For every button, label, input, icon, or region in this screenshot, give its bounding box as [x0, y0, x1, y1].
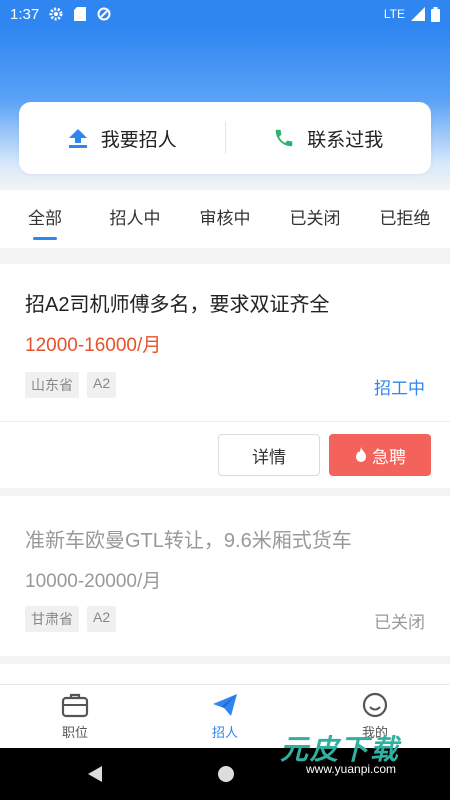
upload-icon — [68, 129, 87, 148]
briefcase-icon — [61, 693, 89, 718]
job-card[interactable]: 招A2司机师傅多名，要求双证齐全 12000-16000/月 山东省 A2 招工… — [0, 264, 450, 488]
tag-license: A2 — [87, 372, 117, 398]
action-card: 我要招人 联系过我 — [19, 102, 431, 174]
phone-icon — [275, 129, 293, 147]
nav-jobs[interactable]: 职位 — [0, 685, 150, 748]
status-tabs: 全部 招人中 审核中 已关闭 已拒绝 — [0, 190, 450, 248]
post-job-label: 我要招人 — [100, 129, 177, 151]
details-button[interactable]: 详情 — [218, 434, 320, 476]
flame-icon — [356, 447, 366, 462]
tab-all[interactable]: 全部 — [0, 190, 90, 248]
nav-jobs-label: 职位 — [61, 725, 88, 740]
signal-icon — [411, 7, 425, 21]
card-divider — [0, 421, 450, 422]
urgent-hire-label: 急聘 — [372, 447, 406, 467]
urgent-hire-button[interactable]: 急聘 — [329, 434, 431, 476]
status-bar: 1:37 LTE — [0, 0, 450, 28]
back-icon[interactable] — [86, 764, 104, 784]
job-salary: 12000-16000/月 — [25, 335, 162, 356]
tag-province: 甘肃省 — [25, 606, 79, 632]
smiley-icon — [362, 692, 388, 718]
tab-closed[interactable]: 已关闭 — [270, 190, 360, 248]
job-tags: 山东省 A2 — [25, 372, 117, 398]
paper-plane-icon — [213, 694, 237, 716]
job-status: 已关闭 — [374, 613, 425, 632]
contacted-me-button[interactable]: 联系过我 — [226, 102, 432, 174]
tab-rejected[interactable]: 已拒绝 — [360, 190, 450, 248]
job-salary: 10000-20000/月 — [25, 571, 162, 592]
job-title: 招A2司机师傅多名，要求双证齐全 — [25, 294, 330, 316]
network-type: LTE — [383, 7, 405, 21]
job-status: 招工中 — [374, 379, 425, 398]
sd-card-icon — [73, 7, 87, 21]
gear-icon — [49, 7, 63, 21]
job-card[interactable] — [0, 664, 450, 684]
nav-recruit-label: 招人 — [211, 725, 238, 740]
data-saver-icon — [97, 7, 111, 21]
tag-license: A2 — [87, 606, 117, 632]
battery-icon — [431, 6, 440, 22]
job-tags: 甘肃省 A2 — [25, 606, 117, 632]
status-time: 1:37 — [10, 5, 40, 23]
watermark-logo: 元皮下载 www.yuanpi.com — [266, 728, 436, 778]
tag-province: 山东省 — [25, 372, 79, 398]
job-title: 准新车欧曼GTL转让，9.6米厢式货车 — [25, 530, 352, 552]
home-icon[interactable] — [216, 764, 236, 784]
watermark-url: www.yuanpi.com — [306, 762, 397, 776]
contacted-me-label: 联系过我 — [307, 129, 384, 151]
job-card[interactable]: 准新车欧曼GTL转让，9.6米厢式货车 10000-20000/月 甘肃省 A2… — [0, 496, 450, 656]
tab-reviewing[interactable]: 审核中 — [180, 190, 270, 248]
status-right: LTE — [383, 6, 440, 22]
tab-recruiting[interactable]: 招人中 — [90, 190, 180, 248]
post-job-button[interactable]: 我要招人 — [19, 102, 225, 174]
